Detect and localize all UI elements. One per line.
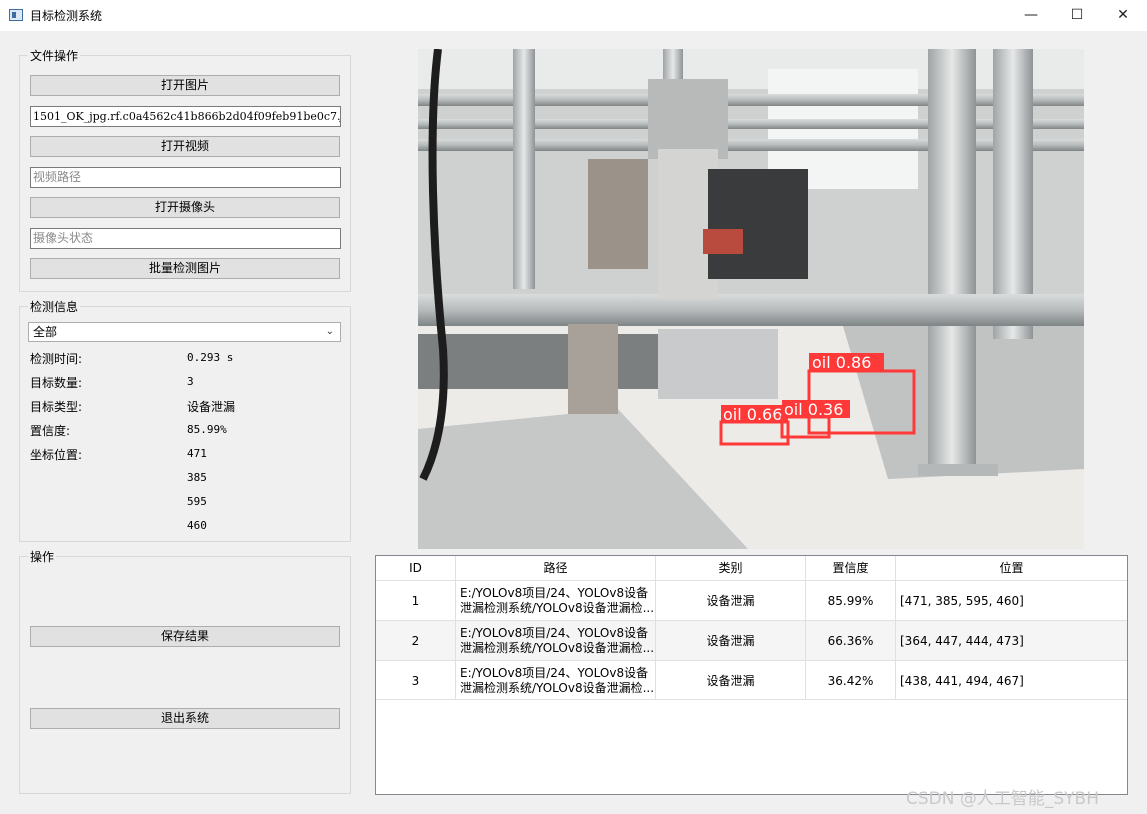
cell-confidence: 85.99% (806, 581, 896, 620)
cell-path-line2: 泄漏检测系统/YOLOv8设备泄漏检... (460, 600, 655, 615)
watermark: CSDN @人工智能_SYBH (906, 789, 1099, 809)
cell-path-line1: E:/YOLOv8项目/24、YOLOv8设备 (460, 585, 649, 600)
time-value: 0.293 s (187, 351, 234, 364)
header-position[interactable]: 位置 (896, 556, 1127, 580)
chevron-down-icon: ⌄ (325, 326, 334, 337)
detection-label-3: oil 0.36 (784, 400, 843, 419)
image-path-field[interactable]: 1501_OK_jpg.rf.c0a4562c41b866b2d04f09feb… (30, 106, 341, 127)
minimize-button[interactable]: — (1008, 0, 1054, 31)
cell-path: E:/YOLOv8项目/24、YOLOv8设备 泄漏检测系统/YOLOv8设备泄… (456, 621, 656, 660)
header-path[interactable]: 路径 (456, 556, 656, 580)
confidence-label: 置信度: (30, 424, 71, 438)
exit-button[interactable]: 退出系统 (30, 708, 340, 729)
cell-id: 2 (376, 621, 456, 660)
cell-path-line2: 泄漏检测系统/YOLOv8设备泄漏检... (460, 680, 655, 695)
image-viewer: oil 0.86 oil 0.66 oil 0.36 (418, 49, 1084, 549)
open-image-button[interactable]: 打开图片 (30, 75, 340, 96)
coord-label: 坐标位置: (30, 448, 83, 462)
window-title: 目标检测系统 (30, 9, 103, 23)
detection-box-3: oil 0.36 (780, 400, 850, 439)
operations-title: 操作 (28, 548, 57, 565)
cell-position: [438, 441, 494, 467] (900, 673, 1024, 688)
cell-class: 设备泄漏 (656, 621, 806, 660)
title-bar: 目标检测系统 — ☐ ✕ (0, 0, 1147, 31)
detection-label-2: oil 0.66 (723, 405, 782, 424)
cell-path: E:/YOLOv8项目/24、YOLOv8设备 泄漏检测系统/YOLOv8设备泄… (456, 581, 656, 620)
table-row[interactable]: 1 E:/YOLOv8项目/24、YOLOv8设备 泄漏检测系统/YOLOv8设… (376, 580, 1127, 620)
close-button[interactable]: ✕ (1100, 0, 1146, 31)
cell-path-line2: 泄漏检测系统/YOLOv8设备泄漏检... (460, 640, 655, 655)
time-label: 检测时间: (30, 352, 83, 366)
header-id[interactable]: ID (376, 556, 456, 580)
count-label: 目标数量: (30, 376, 83, 390)
coord-ymin: 385 (187, 471, 207, 484)
detection-box-1: oil 0.86 (807, 353, 916, 435)
cell-id: 1 (376, 581, 456, 620)
confidence-value: 85.99% (187, 423, 227, 436)
header-confidence[interactable]: 置信度 (806, 556, 896, 580)
batch-detect-button[interactable]: 批量检测图片 (30, 258, 340, 279)
camera-status-field[interactable]: 摄像头状态 (30, 228, 341, 249)
cell-position: [471, 385, 595, 460] (900, 593, 1024, 608)
coord-xmax: 595 (187, 495, 207, 508)
target-select[interactable]: 全部 ⌄ (28, 322, 341, 342)
open-camera-button[interactable]: 打开摄像头 (30, 197, 340, 218)
cell-path: E:/YOLOv8项目/24、YOLOv8设备 泄漏检测系统/YOLOv8设备泄… (456, 661, 656, 700)
detection-label-1: oil 0.86 (812, 353, 871, 372)
open-video-button[interactable]: 打开视频 (30, 136, 340, 157)
coord-ymax: 460 (187, 519, 207, 532)
cell-confidence: 66.36% (806, 621, 896, 660)
cell-id: 3 (376, 661, 456, 700)
detection-overlay: oil 0.86 oil 0.66 oil 0.36 (719, 353, 916, 446)
detection-box-2: oil 0.66 (719, 405, 790, 446)
file-ops-title: 文件操作 (28, 47, 81, 64)
detect-info-title: 检测信息 (28, 298, 81, 315)
cell-position: [364, 447, 444, 473] (900, 633, 1024, 648)
app-icon (9, 9, 23, 21)
cell-class: 设备泄漏 (656, 581, 806, 620)
maximize-button[interactable]: ☐ (1054, 0, 1100, 31)
table-row[interactable]: 2 E:/YOLOv8项目/24、YOLOv8设备 泄漏检测系统/YOLOv8设… (376, 620, 1127, 660)
cell-path-line1: E:/YOLOv8项目/24、YOLOv8设备 (460, 665, 649, 680)
cell-confidence: 36.42% (806, 661, 896, 700)
operations-group: 操作 (19, 548, 351, 794)
cell-class: 设备泄漏 (656, 661, 806, 700)
cell-path-line1: E:/YOLOv8项目/24、YOLOv8设备 (460, 625, 649, 640)
coord-xmin: 471 (187, 447, 207, 460)
save-button[interactable]: 保存结果 (30, 626, 340, 647)
results-table[interactable]: ID 路径 类别 置信度 位置 1 E:/YOLOv8项目/24、YOLOv8设… (375, 555, 1128, 795)
target-select-value: 全部 (33, 325, 58, 339)
video-path-field[interactable]: 视频路径 (30, 167, 341, 188)
type-label: 目标类型: (30, 400, 83, 414)
header-class[interactable]: 类别 (656, 556, 806, 580)
table-row[interactable]: 3 E:/YOLOv8项目/24、YOLOv8设备 泄漏检测系统/YOLOv8设… (376, 660, 1127, 700)
type-value: 设备泄漏 (187, 400, 236, 414)
count-value: 3 (187, 375, 194, 388)
